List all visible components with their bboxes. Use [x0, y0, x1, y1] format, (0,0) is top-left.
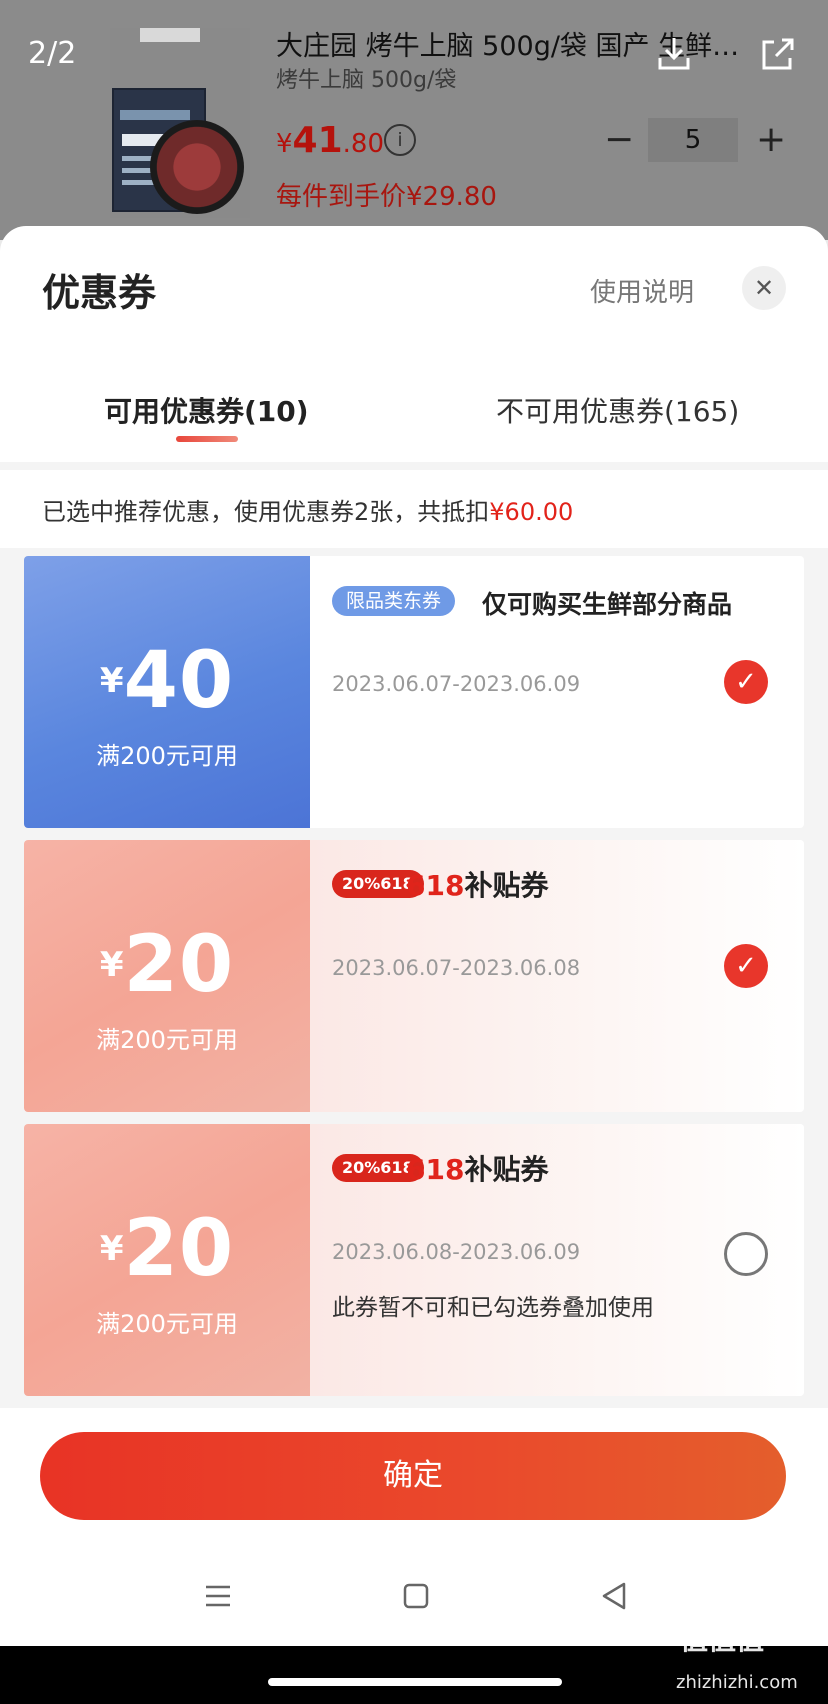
coupon-amount: 20: [123, 1204, 235, 1294]
sheet-footer: 确定: [0, 1408, 828, 1646]
watermark-logo: 值值值: [680, 1623, 765, 1656]
coupon-name: 618补贴券: [406, 1153, 549, 1186]
coupon-value-panel: ¥40 满200元可用: [24, 556, 310, 828]
share-icon[interactable]: [756, 32, 800, 76]
coupon-name: 618补贴券: [406, 869, 549, 902]
coupon-amount: 20: [123, 920, 235, 1010]
info-icon[interactable]: i: [384, 124, 416, 156]
product-price: ¥41.80: [276, 120, 385, 161]
back-icon[interactable]: [594, 1576, 634, 1616]
check-icon[interactable]: ✓: [724, 660, 768, 704]
coupon-currency: ¥: [99, 1229, 124, 1269]
coupon-dates: 2023.06.08-2023.06.09: [332, 1240, 581, 1264]
menu-icon[interactable]: [198, 1576, 238, 1616]
product-header: 2/2 大庄园 烤牛上脑 500g/袋 国产 生鲜… 烤牛上脑 500g/袋 ¥…: [0, 0, 828, 240]
coupon-value-panel: ¥20 满200元可用: [24, 840, 310, 1112]
image-pager: 2/2: [28, 36, 77, 71]
home-indicator[interactable]: [268, 1678, 562, 1686]
watermark-url: zhizhizhi.com: [676, 1672, 798, 1693]
active-tab-indicator: [176, 436, 238, 442]
tab-unavailable-coupons[interactable]: 不可用优惠券(165): [496, 390, 739, 430]
coupon-dates: 2023.06.07-2023.06.08: [332, 956, 581, 980]
quantity-value[interactable]: 5: [648, 118, 738, 162]
coupon-condition: 满200元可用: [96, 1310, 238, 1338]
coupon-value-panel: ¥20 满200元可用: [24, 1124, 310, 1396]
sheet-title: 优惠券: [42, 271, 157, 315]
coupon-card[interactable]: ¥40 满200元可用 仅可购买生鲜部分商品 限品类东券 2023.06.07-…: [24, 556, 804, 828]
coupon-card[interactable]: ¥20 满200元可用 20%618 618补贴券 2023.06.08-202…: [24, 1124, 804, 1396]
coupon-currency: ¥: [99, 661, 124, 701]
unit-price: 每件到手价¥29.80: [276, 182, 497, 212]
summary-amount: ¥60.00: [489, 498, 574, 526]
coupon-type-badge: 限品类东券: [332, 586, 456, 616]
tab-available-coupons[interactable]: 可用优惠券(10): [104, 390, 309, 430]
close-icon[interactable]: ✕: [742, 266, 786, 310]
coupon-amount: 40: [123, 636, 235, 726]
coupon-dates: 2023.06.07-2023.06.09: [332, 672, 581, 696]
confirm-button[interactable]: 确定: [40, 1432, 786, 1520]
product-variant: 烤牛上脑 500g/袋: [276, 68, 457, 93]
download-icon[interactable]: [652, 32, 696, 76]
home-icon[interactable]: [396, 1576, 436, 1616]
quantity-decrease-button[interactable]: −: [604, 122, 634, 158]
product-thumbnail[interactable]: [110, 28, 250, 218]
selection-summary: 已选中推荐优惠，使用优惠券2张，共抵扣¥60.00: [0, 462, 828, 548]
usage-instructions-link[interactable]: 使用说明: [590, 272, 694, 309]
coupon-condition: 满200元可用: [96, 742, 238, 770]
product-food-image: [150, 120, 244, 214]
coupon-currency: ¥: [99, 945, 124, 985]
unselected-radio[interactable]: [724, 1232, 768, 1276]
coupon-condition: 满200元可用: [96, 1026, 238, 1054]
summary-text: 已选中推荐优惠，使用优惠券2张，共抵扣: [42, 498, 490, 526]
coupon-conflict-note: 此券暂不可和已勾选券叠加使用: [332, 1295, 654, 1321]
coupon-card[interactable]: ¥20 满200元可用 20%618 618补贴券 2023.06.07-202…: [24, 840, 804, 1112]
check-icon[interactable]: ✓: [724, 944, 768, 988]
quantity-increase-button[interactable]: +: [756, 122, 786, 158]
